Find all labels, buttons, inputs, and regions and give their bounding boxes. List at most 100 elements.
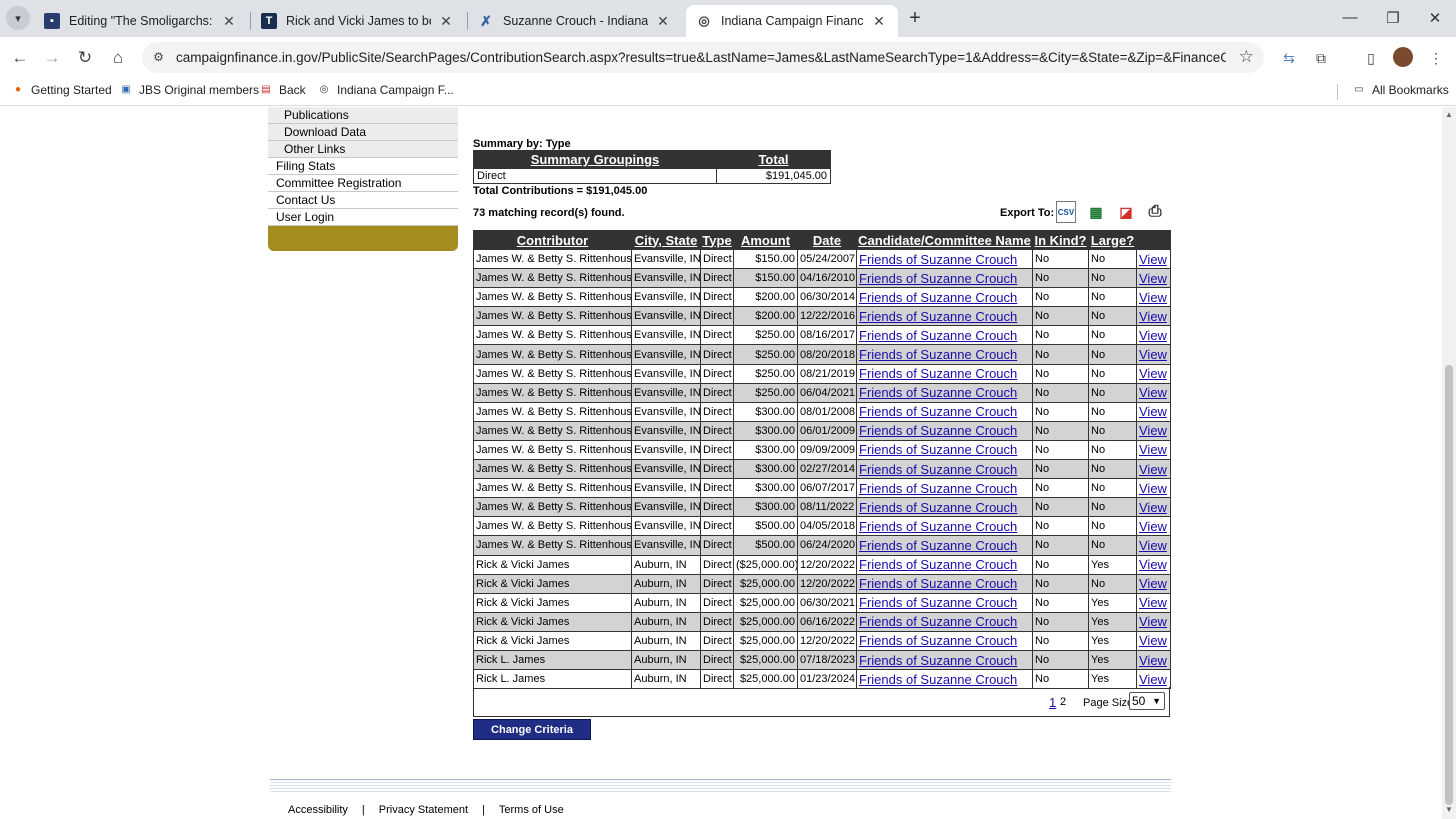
header-large[interactable]: Large?: [1088, 230, 1137, 250]
candidate-link[interactable]: Friends of Suzanne Crouch: [856, 344, 1033, 365]
nav-item-contact-us[interactable]: Contact Us: [268, 192, 458, 209]
header-type[interactable]: Type: [700, 230, 734, 250]
candidate-link[interactable]: Friends of Suzanne Crouch: [856, 592, 1033, 613]
candidate-link[interactable]: Friends of Suzanne Crouch: [856, 306, 1033, 327]
candidate-link[interactable]: Friends of Suzanne Crouch: [856, 420, 1033, 441]
view-link[interactable]: View: [1136, 535, 1171, 556]
view-link[interactable]: View: [1136, 649, 1171, 671]
view-link[interactable]: View: [1136, 611, 1171, 632]
header-date[interactable]: Date: [797, 230, 857, 250]
header-city-state[interactable]: City, State: [631, 230, 701, 250]
scroll-up-arrow-icon[interactable]: ▲: [1445, 110, 1453, 119]
header-amount[interactable]: Amount: [733, 230, 798, 250]
close-icon[interactable]: ✕: [220, 13, 238, 30]
url-text[interactable]: campaignfinance.in.gov/PublicSite/Search…: [176, 50, 1226, 65]
header-in-kind[interactable]: In Kind?: [1032, 230, 1089, 250]
candidate-link[interactable]: Friends of Suzanne Crouch: [856, 611, 1033, 632]
tab-indiana-campaign-finance[interactable]: ◎ Indiana Campaign Finance - Co ✕: [686, 5, 898, 37]
candidate-link[interactable]: Friends of Suzanne Crouch: [856, 630, 1033, 651]
bookmark-jbs[interactable]: ▣ JBS Original members: [119, 83, 259, 97]
candidate-link[interactable]: Friends of Suzanne Crouch: [856, 554, 1033, 575]
view-link[interactable]: View: [1136, 478, 1171, 499]
summary-header-total[interactable]: Total: [716, 150, 831, 169]
view-link[interactable]: View: [1136, 516, 1171, 537]
view-link[interactable]: View: [1136, 363, 1171, 384]
all-bookmarks[interactable]: ▭ All Bookmarks: [1352, 83, 1448, 97]
close-icon[interactable]: ✕: [437, 13, 455, 30]
home-icon[interactable]: ⌂: [107, 47, 129, 69]
scroll-down-arrow-icon[interactable]: ▼: [1445, 805, 1453, 814]
candidate-link[interactable]: Friends of Suzanne Crouch: [856, 573, 1033, 594]
view-link[interactable]: View: [1136, 592, 1171, 613]
candidate-link[interactable]: Friends of Suzanne Crouch: [856, 248, 1033, 270]
view-link[interactable]: View: [1136, 268, 1171, 289]
more-menu-icon[interactable]: ⋮: [1425, 47, 1447, 69]
candidate-link[interactable]: Friends of Suzanne Crouch: [856, 649, 1033, 671]
nav-item-publications[interactable]: Publications: [268, 107, 458, 124]
forward-arrow-icon[interactable]: →: [41, 47, 63, 69]
bookmark-getting-started[interactable]: ● Getting Started: [11, 83, 112, 97]
candidate-link[interactable]: Friends of Suzanne Crouch: [856, 325, 1033, 346]
page-2-link[interactable]: 2: [1060, 696, 1066, 708]
page-1-link[interactable]: 1: [1049, 695, 1056, 710]
candidate-link[interactable]: Friends of Suzanne Crouch: [856, 439, 1033, 461]
view-link[interactable]: View: [1136, 325, 1171, 346]
page-size-select[interactable]: 50 ▼: [1129, 692, 1165, 710]
view-link[interactable]: View: [1136, 573, 1171, 594]
tab-rick-vicki[interactable]: T Rick and Vicki James to be hono ✕: [251, 5, 465, 37]
new-tab-plus-icon[interactable]: +: [905, 8, 925, 28]
restore-icon[interactable]: ❐: [1383, 9, 1403, 27]
page-scrollbar[interactable]: ▲ ▼: [1442, 107, 1456, 819]
bookmark-star-icon[interactable]: ☆: [1239, 47, 1254, 67]
candidate-link[interactable]: Friends of Suzanne Crouch: [856, 535, 1033, 556]
footer-link-terms[interactable]: Terms of Use: [499, 804, 564, 816]
address-bar[interactable]: ⚙ campaignfinance.in.gov/PublicSite/Sear…: [142, 42, 1264, 73]
candidate-link[interactable]: Friends of Suzanne Crouch: [856, 516, 1033, 537]
minimize-icon[interactable]: —: [1340, 9, 1360, 26]
view-link[interactable]: View: [1136, 382, 1171, 403]
nav-item-committee-registration[interactable]: Committee Registration: [268, 175, 458, 192]
footer-link-privacy[interactable]: Privacy Statement: [379, 804, 468, 816]
view-link[interactable]: View: [1136, 630, 1171, 651]
view-link[interactable]: View: [1136, 248, 1171, 270]
candidate-link[interactable]: Friends of Suzanne Crouch: [856, 382, 1033, 403]
view-link[interactable]: View: [1136, 554, 1171, 575]
site-info-icon[interactable]: ⚙: [150, 49, 167, 66]
bookmark-indiana-campaign[interactable]: ◎ Indiana Campaign F...: [317, 83, 454, 97]
candidate-link[interactable]: Friends of Suzanne Crouch: [856, 478, 1033, 499]
back-arrow-icon[interactable]: ←: [9, 47, 31, 69]
excel-icon[interactable]: ▦: [1086, 201, 1106, 223]
view-link[interactable]: View: [1136, 459, 1171, 480]
nav-item-download-data[interactable]: Download Data: [268, 124, 458, 141]
csv-icon[interactable]: CSV: [1056, 201, 1076, 223]
close-icon[interactable]: ✕: [870, 13, 888, 30]
candidate-link[interactable]: Friends of Suzanne Crouch: [856, 497, 1033, 518]
extensions-puzzle-icon[interactable]: ⧉: [1310, 47, 1332, 69]
bookmark-back[interactable]: ▤ Back: [259, 83, 305, 97]
view-link[interactable]: View: [1136, 669, 1171, 690]
view-link[interactable]: View: [1136, 344, 1171, 365]
close-icon[interactable]: ✕: [654, 13, 672, 30]
view-link[interactable]: View: [1136, 420, 1171, 441]
candidate-link[interactable]: Friends of Suzanne Crouch: [856, 669, 1033, 690]
view-link[interactable]: View: [1136, 401, 1171, 422]
printer-icon[interactable]: ⎙: [1145, 201, 1165, 223]
tab-search-button[interactable]: ▾: [6, 6, 30, 30]
candidate-link[interactable]: Friends of Suzanne Crouch: [856, 401, 1033, 422]
pdf-icon[interactable]: ◪: [1116, 201, 1136, 223]
sync-icon[interactable]: ⇆: [1278, 47, 1300, 69]
close-window-icon[interactable]: ✕: [1425, 9, 1445, 27]
header-contributor[interactable]: Contributor: [473, 230, 632, 250]
candidate-link[interactable]: Friends of Suzanne Crouch: [856, 363, 1033, 384]
view-link[interactable]: View: [1136, 497, 1171, 518]
candidate-link[interactable]: Friends of Suzanne Crouch: [856, 287, 1033, 308]
scroll-thumb[interactable]: [1445, 365, 1453, 805]
side-panel-icon[interactable]: ▯: [1360, 47, 1382, 69]
tab-editing[interactable]: ▪ Editing "The Smoligarchs: Rick J ✕: [34, 5, 248, 37]
change-criteria-button[interactable]: Change Criteria: [473, 719, 591, 740]
candidate-link[interactable]: Friends of Suzanne Crouch: [856, 459, 1033, 480]
footer-link-accessibility[interactable]: Accessibility: [288, 804, 348, 816]
view-link[interactable]: View: [1136, 306, 1171, 327]
header-candidate[interactable]: Candidate/Committee Name: [856, 230, 1033, 250]
nav-item-other-links[interactable]: Other Links: [268, 141, 458, 158]
